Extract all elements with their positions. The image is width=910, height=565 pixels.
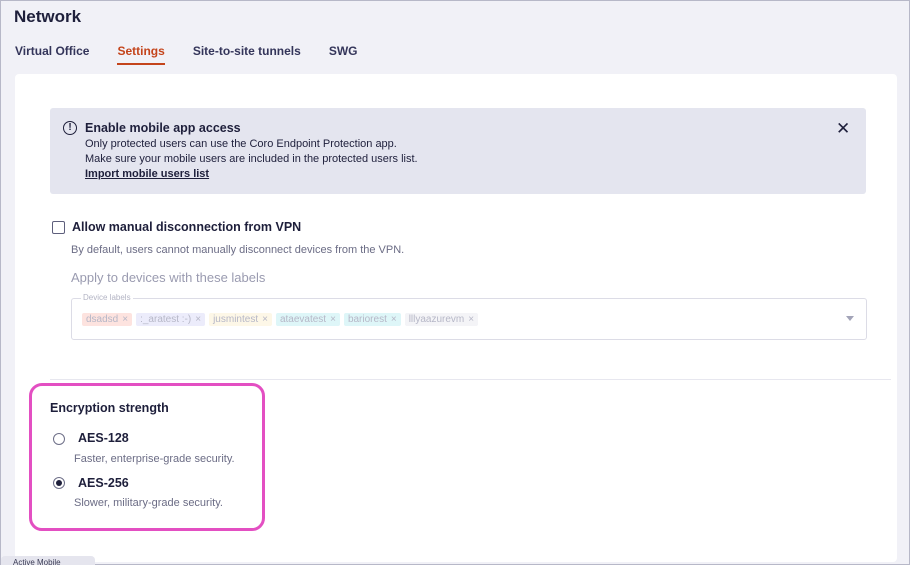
device-label-chips: dsadsd × :_aratest :-) × jusmintest × ataev… (82, 313, 482, 326)
chevron-down-icon[interactable] (846, 316, 854, 321)
import-mobile-users-link[interactable]: Import mobile users list (85, 168, 209, 180)
label-chip[interactable]: lllyaazurevm × (404, 313, 479, 326)
device-labels-legend: Device labels (81, 293, 133, 302)
tab-settings[interactable]: Settings (117, 44, 165, 65)
info-alert-icon: ! (63, 121, 77, 135)
aes-128-label[interactable]: AES-128 (78, 431, 129, 445)
label-chip[interactable]: jusmintest × (209, 313, 272, 326)
vpn-disconnect-label[interactable]: Allow manual disconnection from VPN (72, 220, 301, 234)
footer-tab[interactable]: Active Mobile (1, 556, 95, 565)
tab-virtual-office[interactable]: Virtual Office (15, 44, 89, 65)
tab-bar: Virtual Office Settings Site-to-site tun… (15, 44, 386, 65)
chip-remove-icon[interactable]: × (195, 314, 201, 325)
encryption-strength-title: Encryption strength (50, 401, 169, 415)
alert-text-line-1: Only protected users can use the Coro En… (85, 138, 397, 150)
chip-remove-icon[interactable]: × (330, 314, 336, 325)
chip-remove-icon[interactable]: × (391, 314, 397, 325)
apply-labels-heading: Apply to devices with these labels (71, 270, 266, 285)
tab-site-to-site-tunnels[interactable]: Site-to-site tunnels (193, 44, 301, 65)
section-divider (50, 379, 891, 380)
tab-swg[interactable]: SWG (329, 44, 358, 65)
aes-128-description: Faster, enterprise-grade security. (74, 453, 235, 465)
vpn-disconnect-checkbox[interactable] (52, 221, 65, 234)
device-labels-select[interactable]: Device labels dsadsd × :_aratest :-) × jus… (71, 293, 867, 340)
alert-title: Enable mobile app access (85, 121, 241, 135)
label-chip[interactable]: ataevatest × (275, 313, 340, 326)
aes-256-description: Slower, military-grade security. (74, 497, 223, 509)
chip-remove-icon[interactable]: × (122, 314, 128, 325)
alert-text-line-2: Make sure your mobile users are included… (85, 153, 418, 165)
chip-remove-icon[interactable]: × (262, 314, 268, 325)
aes-256-radio[interactable] (53, 477, 65, 489)
close-icon[interactable]: ✕ (836, 120, 850, 137)
label-chip[interactable]: dsadsd × (82, 313, 133, 326)
vpn-disconnect-description: By default, users cannot manually discon… (71, 244, 405, 256)
label-chip[interactable]: :_aratest :-) × (136, 313, 206, 326)
label-chip[interactable]: bariorest × (343, 313, 401, 326)
aes-256-label[interactable]: AES-256 (78, 476, 129, 490)
page-title: Network (14, 7, 82, 26)
chip-remove-icon[interactable]: × (468, 314, 474, 325)
mobile-access-alert: ! Enable mobile app access Only protecte… (50, 108, 866, 194)
radio-selected-dot (56, 480, 62, 486)
aes-128-radio[interactable] (53, 433, 65, 445)
